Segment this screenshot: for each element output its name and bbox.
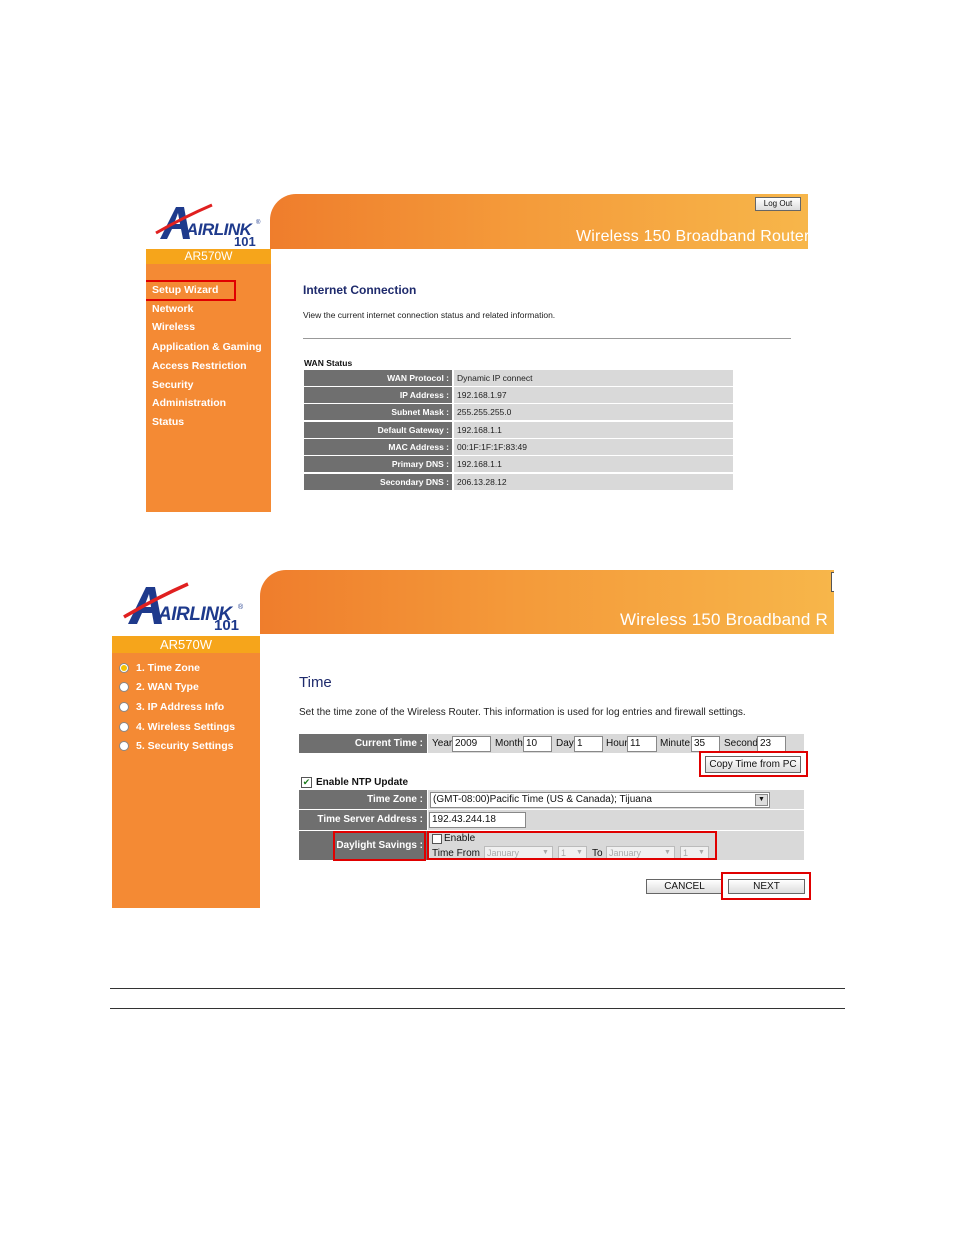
step-radio-time-zone (119, 663, 129, 673)
wan-row: IP Address :192.168.1.97 (304, 387, 733, 403)
internet-connection-description: View the current internet connection sta… (303, 310, 556, 320)
step-wan-type: 2. WAN Type (136, 681, 199, 693)
divider (303, 338, 791, 339)
time-description: Set the time zone of the Wireless Router… (299, 707, 746, 718)
ntp-checkbox[interactable]: ✔ (301, 777, 312, 788)
year-field[interactable]: 2009 (452, 736, 491, 752)
wan-value: 192.168.1.97 (454, 387, 733, 403)
minute-field[interactable]: 35 (691, 736, 720, 752)
cancel-button[interactable]: CANCEL (646, 879, 723, 894)
time-server-label: Time Server Address : (299, 810, 427, 830)
month-field[interactable]: 10 (523, 736, 552, 752)
second-field[interactable]: 23 (757, 736, 786, 752)
wan-row: Primary DNS :192.168.1.1 (304, 456, 733, 472)
wan-status-heading: WAN Status (304, 358, 353, 368)
wan-value: 255.255.255.0 (454, 404, 733, 420)
time-zone-select[interactable]: (GMT-08:00)Pacific Time (US & Canada); T… (430, 792, 770, 808)
wan-row: Default Gateway :192.168.1.1 (304, 422, 733, 438)
hour-label: Hour (606, 738, 628, 749)
wan-row: WAN Protocol : Dynamic IP connect (304, 370, 733, 386)
wan-row: Subnet Mask :255.255.255.0 (304, 404, 733, 420)
chevron-down-icon: ▼ (755, 794, 768, 806)
ntp-label: Enable NTP Update (316, 777, 409, 788)
minute-label: Minute (660, 738, 691, 749)
time-server-field[interactable]: 192.43.244.18 (429, 812, 526, 828)
logout-button-partial[interactable] (831, 572, 834, 592)
month-label: Month (495, 738, 523, 749)
banner-title: Wireless 150 Broadband Router (576, 228, 808, 245)
step-wireless-settings: 4. Wireless Settings (136, 721, 236, 733)
logo-number: 101 (234, 234, 256, 249)
wan-label: Secondary DNS : (304, 474, 452, 490)
wan-label: Primary DNS : (304, 456, 452, 472)
bottom-rule-top (110, 988, 845, 989)
time-zone-value: (GMT-08:00)Pacific Time (US & Canada); T… (433, 794, 652, 805)
wan-row: Secondary DNS :206.13.28.12 (304, 474, 733, 490)
logo-number: 101 (214, 617, 240, 634)
highlight-daylight-settings (427, 831, 717, 860)
second-label: Second (724, 738, 758, 749)
nav-security[interactable]: Security (152, 379, 193, 391)
wan-row: MAC Address :00:1F:1F:1F:83:49 (304, 439, 733, 455)
logo-registered: ® (238, 604, 244, 611)
highlight-setup-wizard (146, 280, 236, 301)
step-radio-security-settings (119, 741, 129, 751)
wan-value: 192.168.1.1 (454, 456, 733, 472)
model-label: AR570W (146, 249, 271, 264)
wan-value: Dynamic IP connect (454, 370, 733, 386)
logo-registered: ® (256, 220, 261, 226)
step-ip-address-info: 3. IP Address Info (136, 701, 225, 713)
bottom-rule-bottom (110, 1008, 845, 1009)
wan-label: MAC Address : (304, 439, 452, 455)
wan-label: Subnet Mask : (304, 404, 452, 420)
nav-wireless[interactable]: Wireless (152, 321, 195, 333)
wan-value: 206.13.28.12 (454, 474, 733, 490)
current-time-label: Current Time : (299, 734, 427, 753)
nav-administration[interactable]: Administration (152, 397, 226, 409)
nav-access-restriction[interactable]: Access Restriction (152, 360, 247, 372)
step-radio-ip-address-info (119, 702, 129, 712)
model-label: AR570W (112, 636, 260, 653)
highlight-daylight-label (333, 831, 426, 861)
wan-label: IP Address : (304, 387, 452, 403)
page-title-time: Time (299, 674, 332, 691)
time-zone-label: Time Zone : (299, 790, 427, 809)
wan-label: Default Gateway : (304, 422, 452, 438)
banner-title: Wireless 150 Broadband R (620, 610, 828, 629)
day-label: Day (556, 738, 574, 749)
year-label: Year (432, 738, 453, 749)
logout-button[interactable]: Log Out (755, 197, 801, 211)
page-title-internet-connection: Internet Connection (303, 283, 417, 297)
wan-value: 00:1F:1F:1F:83:49 (454, 439, 733, 455)
nav-network[interactable]: Network (152, 303, 193, 315)
nav-application-gaming[interactable]: Application & Gaming (152, 341, 262, 353)
day-field[interactable]: 1 (574, 736, 603, 752)
hour-field[interactable]: 11 (627, 736, 657, 752)
highlight-next (721, 872, 811, 900)
step-radio-wan-type (119, 682, 129, 692)
step-radio-wireless-settings (119, 722, 129, 732)
step-security-settings: 5. Security Settings (136, 740, 234, 752)
wan-value: 192.168.1.1 (454, 422, 733, 438)
nav-status[interactable]: Status (152, 416, 184, 428)
highlight-copy-time (699, 751, 808, 777)
step-time-zone: 1. Time Zone (136, 662, 200, 674)
wan-label: WAN Protocol : (304, 370, 452, 386)
